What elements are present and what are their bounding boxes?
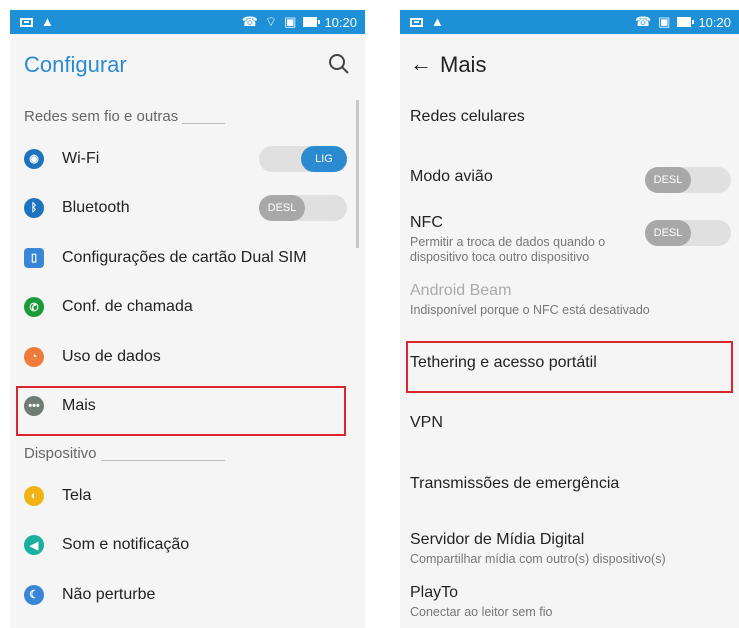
list-item-playto[interactable]: PlayTo Conectar ao leitor sem fio (400, 572, 739, 628)
list-item-call-settings[interactable]: ✆ Conf. de chamada (10, 283, 365, 333)
call-icon: ☎ (241, 14, 258, 29)
bluetooth-toggle[interactable]: DESL (259, 195, 347, 222)
list-item-airplane-mode[interactable]: Modo avião DESL (400, 151, 739, 208)
toggle-label: DESL (645, 220, 691, 246)
list-item-subtitle: Compartilhar mídia com outro(s) disposit… (410, 552, 666, 566)
display-icon: ◐ (24, 485, 44, 506)
list-item-sound[interactable]: ◀ Som e notificação (10, 521, 365, 571)
settings-screen: ▲ ☎ ⌔ ▣ 10:20 Configurar Redes sem fio e… (10, 10, 365, 628)
notification-icon (20, 17, 33, 27)
list-item-data-usage[interactable]: ◔ Uso de dados (10, 332, 365, 382)
list-item-title: Android Beam (410, 282, 512, 299)
toggle-label: DESL (645, 167, 691, 193)
list-item-dual-sim[interactable]: ▯ Configurações de cartão Dual SIM (10, 233, 365, 283)
highlight-box (16, 386, 346, 436)
back-arrow-icon[interactable]: ← (410, 53, 432, 75)
app-bar: ← Mais (400, 34, 739, 94)
list-item-title: PlayTo (410, 584, 459, 601)
airplane-mode-toggle[interactable]: DESL (645, 167, 731, 193)
no-sim-icon: ▣ (658, 14, 671, 29)
wifi-icon: ◉ (24, 148, 44, 169)
bluetooth-icon: ᛒ (24, 198, 44, 219)
warning-icon: ▲ (431, 14, 444, 29)
notification-icon (410, 17, 423, 27)
list-item-title: VPN (410, 414, 443, 431)
clock: 10:20 (324, 14, 357, 30)
list-item-emergency-broadcasts[interactable]: Transmissões de emergência (400, 456, 739, 516)
battery-icon (677, 17, 695, 27)
list-item-label: Uso de dados (62, 347, 161, 365)
list-item-label: Wi-Fi (62, 149, 100, 167)
call-icon: ☎ (634, 14, 652, 29)
list-item-cellular-networks[interactable]: Redes celulares (400, 94, 739, 151)
data-usage-icon: ◔ (24, 346, 44, 367)
list-item-bluetooth[interactable]: ᛒ Bluetooth DESL (10, 184, 365, 234)
list-item-label: Configurações de cartão Dual SIM (62, 248, 307, 266)
status-bar: ▲ ☎ ▣ 10:20 (400, 10, 739, 34)
phone-icon: ✆ (24, 297, 44, 318)
section-label: Dispositivo (24, 445, 101, 462)
sound-icon: ◀ (24, 535, 44, 556)
toggle-label: LIG (301, 145, 347, 172)
page-title: Configurar (24, 52, 127, 77)
clock: 10:20 (698, 14, 731, 30)
list-item-vpn[interactable]: VPN (400, 396, 739, 456)
list-item-label: Som e notificação (62, 536, 190, 554)
list-item-subtitle: Permitir a troca de dados quando o dispo… (410, 235, 606, 264)
list-item-title: Redes celulares (410, 108, 525, 125)
nfc-toggle[interactable]: DESL (645, 220, 731, 246)
list-item-nfc[interactable]: NFC Permitir a troca de dados quando o d… (400, 208, 739, 278)
battery-icon (303, 17, 321, 27)
section-label: Redes sem fio e outras (24, 108, 183, 125)
list-item-android-beam: Android Beam Indisponível porque o NFC e… (400, 278, 739, 336)
status-bar: ▲ ☎ ⌔ ▣ 10:20 (10, 10, 365, 34)
app-bar: Configurar (10, 34, 365, 94)
list-item-subtitle: Conectar ao leitor sem fio (410, 605, 553, 619)
page-title: Mais (440, 52, 487, 77)
list-item-title: Transmissões de emergência (410, 475, 620, 492)
wifi-status-icon: ⌔ (264, 14, 278, 29)
toggle-label: DESL (259, 195, 305, 222)
sim-card-icon: ▯ (24, 247, 44, 268)
list-item-title: Servidor de Mídia Digital (410, 531, 585, 548)
no-sim-icon: ▣ (284, 14, 297, 29)
section-header: Redes sem fio e outras (10, 94, 365, 134)
search-icon[interactable] (327, 52, 351, 76)
list-item-display[interactable]: ◐ Tela (10, 471, 365, 521)
moon-icon: ☾ (24, 584, 44, 605)
warning-icon: ▲ (41, 14, 54, 29)
section-header: Dispositivo (10, 431, 365, 471)
list-item-label: Conf. de chamada (62, 298, 193, 316)
highlight-box (406, 341, 733, 393)
list-item-do-not-disturb[interactable]: ☾ Não perturbe (10, 570, 365, 620)
list-item-digital-media-server[interactable]: Servidor de Mídia Digital Compartilhar m… (400, 516, 739, 572)
list-item-wifi[interactable]: ◉ Wi-Fi LIG (10, 134, 365, 184)
wifi-toggle[interactable]: LIG (259, 145, 347, 172)
list-item-label: Bluetooth (62, 199, 130, 217)
more-screen: ▲ ☎ ▣ 10:20 ← Mais Redes celulares Modo … (400, 10, 739, 628)
list-item-label: Não perturbe (62, 585, 156, 603)
list-item-subtitle: Indisponível porque o NFC está desativad… (410, 303, 650, 317)
list-item-label: Tela (62, 486, 92, 504)
